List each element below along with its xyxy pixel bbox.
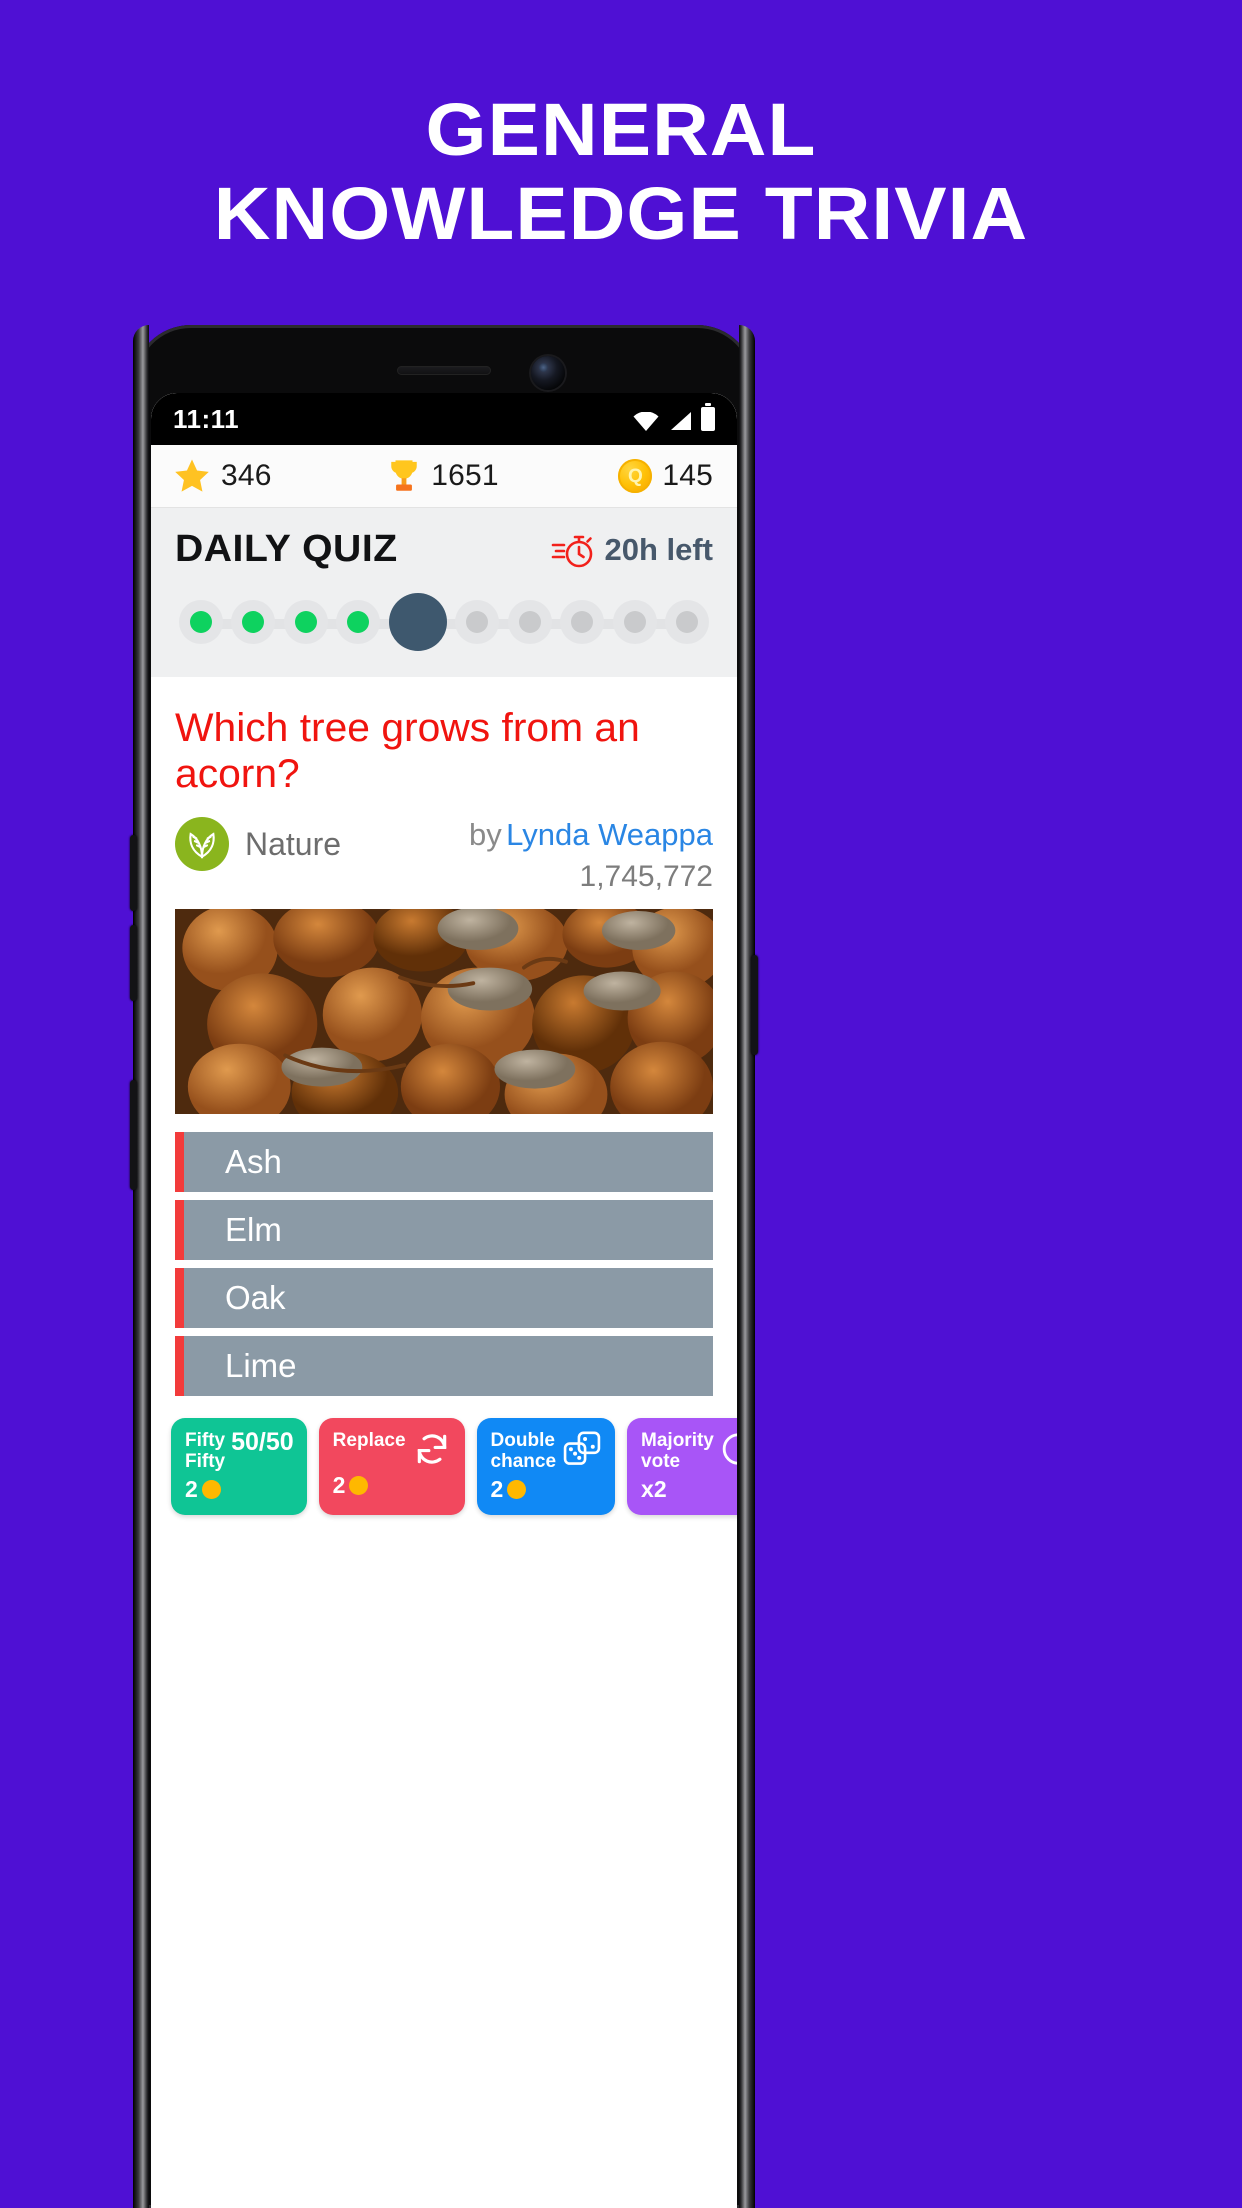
stat-stars[interactable]: 346 — [151, 457, 353, 495]
promo-headline: GENERAL KNOWLEDGE TRIVIA — [0, 88, 1242, 256]
phone-mockup: 11:11 346 1651 Q 145 DAILY QUIZ 20h left… — [130, 325, 758, 2208]
progress-dot-8[interactable] — [560, 600, 605, 644]
wifi-icon — [633, 412, 659, 431]
powerup-cost-value: 2 — [332, 1472, 346, 1498]
progress-dot-6[interactable] — [455, 600, 500, 644]
powerup-replace[interactable]: Replace 2 — [318, 1418, 465, 1515]
progress-dot-7[interactable] — [507, 600, 552, 644]
powerup-label-line1: Replace — [332, 1430, 406, 1451]
stat-stars-value: 346 — [221, 459, 272, 492]
stats-bar: 346 1651 Q 145 — [151, 445, 737, 508]
coin-glyph: Q — [627, 465, 643, 487]
coin-icon — [201, 1480, 221, 1499]
star-icon — [175, 459, 209, 492]
powerup-label-line1: Fifty — [185, 1430, 226, 1451]
powerup-double-chance[interactable]: Double chance 2 — [476, 1418, 616, 1515]
category-badge — [175, 817, 229, 871]
powerup-bar: Fifty Fifty 50/50 2 Replace 2 Double cha… — [151, 1404, 737, 1531]
volume-up-button[interactable] — [130, 835, 137, 911]
stat-coins[interactable]: Q 145 — [533, 459, 737, 493]
powerup-label-line2: vote — [641, 1451, 681, 1472]
stat-coins-value: 145 — [662, 459, 713, 492]
quiz-timer-text: 20h left — [604, 531, 713, 567]
powerup-cost: 2 — [333, 1472, 452, 1499]
signal-icon — [671, 412, 691, 430]
answer-list: Ash Elm Oak Lime — [151, 1114, 737, 1396]
front-camera — [531, 356, 565, 390]
question-text: Which tree grows from an acorn? — [175, 706, 640, 796]
answer-option-2[interactable]: Elm — [175, 1200, 713, 1260]
powerup-label-line1: Double — [490, 1430, 555, 1451]
leaf-icon — [189, 832, 215, 859]
battery-icon — [701, 403, 715, 431]
powerup-cost: 2 — [185, 1476, 294, 1503]
powerup-cost-value: 2 — [185, 1476, 198, 1502]
answer-label: Elm — [225, 1211, 282, 1248]
progress-dot-1[interactable] — [179, 600, 223, 644]
stopwatch-icon — [552, 535, 593, 567]
author-name[interactable]: Lynda Weappa — [506, 817, 713, 852]
powerup-cost-value: x2 — [641, 1476, 667, 1502]
promo-line-2: KNOWLEDGE TRIVIA — [213, 172, 1029, 255]
powerup-majority-vote[interactable]: Majority vote x2 — [627, 1418, 737, 1515]
progress-dot-2[interactable] — [231, 600, 276, 644]
acorns-photo — [175, 909, 713, 1114]
volume-down-button[interactable] — [130, 925, 137, 1001]
phone-edge-right — [739, 325, 755, 2208]
progress-dot-3[interactable] — [283, 600, 328, 644]
question-category[interactable]: Nature — [175, 817, 341, 871]
page-title: DAILY QUIZ — [175, 528, 398, 570]
answer-label: Oak — [225, 1279, 286, 1316]
question-block: Which tree grows from an acorn? — [151, 677, 737, 797]
question-meta: Nature by Lynda Weappa 1,745,772 — [151, 797, 737, 909]
author-prefix: by — [468, 817, 502, 852]
stat-trophy[interactable]: 1651 — [353, 457, 533, 495]
assistant-button[interactable] — [130, 1080, 137, 1190]
powerup-label-line2: chance — [490, 1451, 557, 1472]
category-label: Nature — [245, 825, 342, 862]
answer-option-3[interactable]: Oak — [175, 1268, 713, 1328]
daily-quiz-header: DAILY QUIZ 20h left — [151, 508, 737, 677]
phone-edge-left — [133, 325, 149, 2208]
phone-screen: 11:11 346 1651 Q 145 DAILY QUIZ 20h left… — [151, 393, 737, 2208]
answer-label: Lime — [225, 1347, 297, 1384]
powerup-cost-value: 2 — [490, 1476, 504, 1502]
answer-option-1[interactable]: Ash — [175, 1132, 713, 1192]
stat-trophy-value: 1651 — [431, 459, 499, 492]
fifty-fifty-icon: 50/50 — [231, 1428, 294, 1456]
coin-icon — [507, 1480, 527, 1499]
progress-dot-9[interactable] — [612, 600, 657, 644]
progress-dot-10[interactable] — [664, 600, 709, 644]
progress-dot-5-current[interactable] — [388, 593, 447, 651]
dice-icon — [563, 1431, 601, 1465]
answer-label: Ash — [225, 1143, 282, 1180]
coin-icon: Q — [618, 459, 653, 493]
quiz-timer: 20h left — [551, 530, 713, 570]
question-image — [175, 909, 713, 1114]
status-clock: 11:11 — [173, 403, 240, 434]
progress-dot-4[interactable] — [336, 600, 381, 644]
powerup-label-line1: Majority — [641, 1430, 714, 1451]
quiz-progress — [175, 571, 713, 677]
answer-option-4[interactable]: Lime — [175, 1336, 713, 1396]
play-count: 1,745,772 — [579, 860, 713, 893]
power-button[interactable] — [751, 955, 758, 1055]
question-author: by Lynda Weappa 1,745,772 — [469, 817, 713, 895]
powerup-fifty-fifty[interactable]: Fifty Fifty 50/50 2 — [171, 1418, 307, 1515]
status-icons — [633, 403, 715, 431]
powerup-label-line2: Fifty — [185, 1451, 226, 1472]
trophy-icon — [391, 460, 417, 491]
pie-chart-icon — [722, 1433, 737, 1465]
promo-line-1: GENERAL — [425, 88, 817, 171]
refresh-icon — [417, 1434, 446, 1464]
powerup-cost: 2 — [491, 1476, 602, 1503]
status-bar: 11:11 — [151, 393, 737, 445]
earpiece-speaker — [397, 366, 491, 375]
powerup-cost: x2 — [641, 1476, 737, 1503]
coin-icon — [349, 1476, 369, 1495]
